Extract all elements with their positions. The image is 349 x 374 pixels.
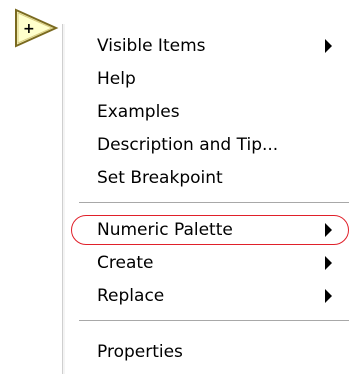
menu-item-label: Properties: [97, 341, 183, 362]
menu-item-label: Numeric Palette: [97, 219, 233, 240]
menu-item-label: Create: [97, 252, 154, 273]
menu-item-numeric-palette[interactable]: Numeric Palette: [63, 213, 349, 246]
add-function-icon[interactable]: +: [2, 6, 62, 50]
menu-separator: [79, 202, 349, 204]
menu-separator: [79, 320, 349, 322]
menu-item-replace[interactable]: Replace: [63, 279, 349, 312]
menu-item-label: Examples: [97, 101, 180, 122]
menu-item-label: Description and Tip...: [97, 134, 279, 155]
menu-item-examples[interactable]: Examples: [63, 95, 349, 128]
submenu-arrow-icon: [325, 38, 332, 53]
menu-item-set-breakpoint[interactable]: Set Breakpoint: [63, 161, 349, 194]
menu-item-label: Help: [97, 68, 136, 89]
menu-item-label: Set Breakpoint: [97, 167, 223, 188]
menu-item-visible-items[interactable]: Visible Items: [63, 29, 349, 62]
menu-item-label: Visible Items: [97, 35, 206, 56]
plus-icon: +: [23, 21, 35, 37]
menu-item-description-and-tip[interactable]: Description and Tip...: [63, 128, 349, 161]
menu-item-create[interactable]: Create: [63, 246, 349, 279]
menu-item-help[interactable]: Help: [63, 62, 349, 95]
submenu-arrow-icon: [325, 222, 332, 237]
context-menu: Visible Items Help Examples Description …: [62, 24, 349, 374]
submenu-arrow-icon: [325, 255, 332, 270]
submenu-arrow-icon: [325, 288, 332, 303]
menu-item-properties[interactable]: Properties: [63, 335, 349, 368]
menu-item-label: Replace: [97, 285, 165, 306]
